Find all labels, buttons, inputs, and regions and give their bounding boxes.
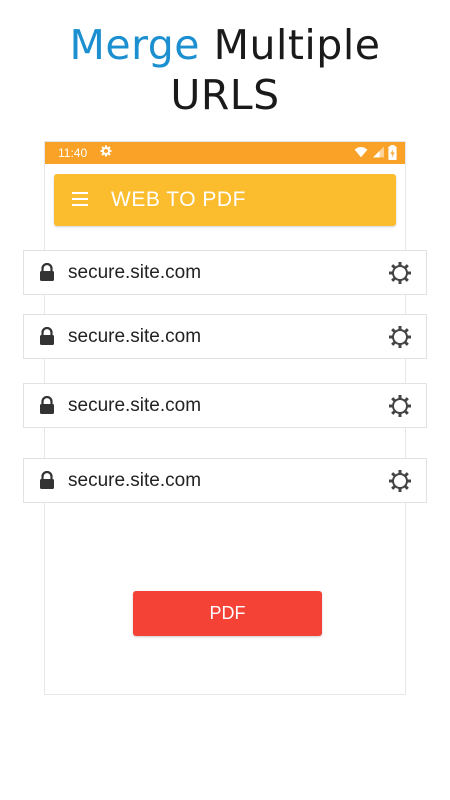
app-title: WEB TO PDF bbox=[111, 188, 246, 211]
lock-icon bbox=[40, 396, 54, 414]
url-row-3[interactable]: secure.site.com bbox=[23, 383, 427, 428]
promo-accent-word: Merge bbox=[69, 21, 201, 69]
promo-line-1: Merge Multiple bbox=[0, 20, 450, 70]
url-text: secure.site.com bbox=[68, 326, 202, 347]
lock-icon bbox=[40, 471, 54, 489]
battery-icon bbox=[388, 145, 397, 160]
promo-line-2: URLS bbox=[170, 71, 280, 119]
promo-headline: Merge Multiple URLS bbox=[0, 20, 450, 120]
promo-line-1-rest: Multiple bbox=[200, 21, 381, 69]
pdf-button[interactable]: PDF bbox=[133, 591, 322, 636]
url-row-1[interactable]: secure.site.com bbox=[23, 250, 427, 295]
signal-icon bbox=[372, 146, 384, 158]
lock-icon bbox=[40, 263, 54, 281]
settings-icon[interactable] bbox=[388, 325, 412, 349]
settings-icon[interactable] bbox=[388, 394, 412, 418]
settings-icon[interactable] bbox=[388, 469, 412, 493]
status-bar: 11:40 bbox=[45, 142, 405, 164]
menu-icon[interactable] bbox=[72, 192, 88, 206]
url-row-4[interactable]: secure.site.com bbox=[23, 458, 427, 503]
status-time: 11:40 bbox=[58, 146, 88, 160]
url-text: secure.site.com bbox=[68, 262, 202, 283]
url-text: secure.site.com bbox=[68, 395, 202, 416]
url-row-2[interactable]: secure.site.com bbox=[23, 314, 427, 359]
status-settings-icon bbox=[100, 145, 112, 160]
lock-icon bbox=[40, 327, 54, 345]
settings-icon[interactable] bbox=[388, 261, 412, 285]
status-icons bbox=[354, 145, 397, 161]
url-text: secure.site.com bbox=[68, 470, 202, 491]
wifi-icon bbox=[354, 147, 368, 158]
app-toolbar: WEB TO PDF bbox=[54, 174, 396, 226]
